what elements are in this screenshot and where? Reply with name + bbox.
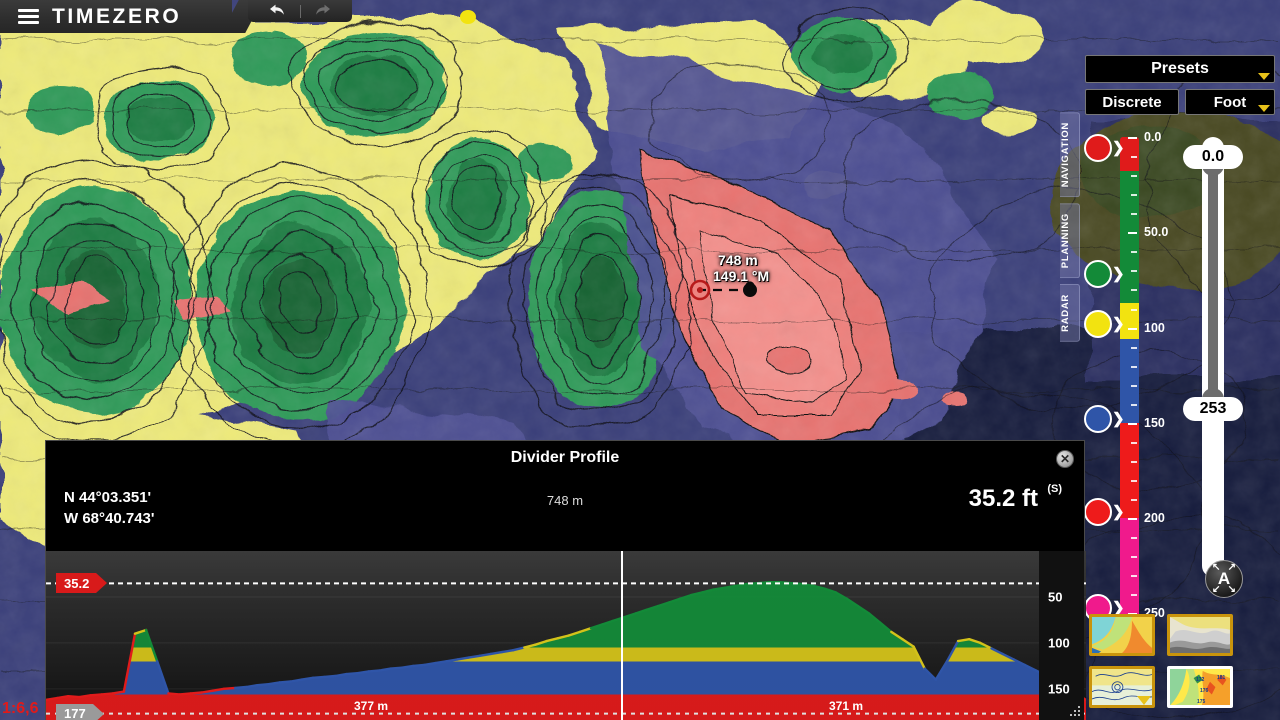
tab-navigation[interactable]: NAVIGATION: [1060, 112, 1080, 197]
profile-depth-superscript: (S): [1047, 483, 1062, 495]
flag-tip: [93, 704, 104, 720]
presets-dropdown[interactable]: Presets: [1085, 55, 1275, 83]
legend-stop-pointer-icon: ❯: [1112, 267, 1125, 282]
divider-profile-panel: Divider Profile ✕ N 44°03.351' W 68°40.7…: [45, 440, 1085, 720]
profile-marker-top-label: 35.2: [56, 573, 96, 593]
profile-longitude: W 68°40.743': [64, 508, 154, 529]
profile-marker-bottom-label: 177: [56, 704, 93, 720]
map-style-relief-shading[interactable]: [1167, 614, 1233, 656]
close-x-icon[interactable]: ✕: [1056, 450, 1074, 468]
mode-tab-strip: NAVIGATION PLANNING RADAR: [1060, 112, 1080, 342]
profile-graph[interactable]: 377 m 371 m: [46, 551, 1086, 720]
legend-stop-pointer-icon: ❯: [1112, 505, 1125, 520]
chevron-down-icon: [1258, 73, 1270, 80]
app-header: TIMEZERO: [0, 0, 232, 33]
profile-segment-label: 371 m: [829, 699, 863, 713]
profile-depth-axis: 50 100 150: [1039, 551, 1084, 720]
tab-radar[interactable]: RADAR: [1060, 284, 1080, 342]
chevron-down-icon: [1137, 696, 1151, 705]
map-range-label: 748 m: [718, 252, 758, 268]
thumb-depth-label: 172: [1196, 677, 1204, 683]
app-brand: TIMEZERO: [52, 5, 181, 29]
profile-axis-label: 100: [1048, 635, 1070, 650]
discrete-mode-button[interactable]: Discrete: [1085, 89, 1179, 115]
resize-grip-icon[interactable]: [1070, 706, 1082, 718]
profile-title: Divider Profile: [46, 449, 1084, 467]
profile-distance: 748 m: [46, 493, 1084, 508]
depth-range-slider-fill: [1208, 165, 1218, 399]
undo-redo-toolbar: [248, 0, 352, 22]
thumb-depth-label: 176: [1200, 688, 1208, 694]
thumb-depth-label: 181: [1217, 675, 1225, 681]
discrete-label: Discrete: [1102, 94, 1161, 111]
hamburger-icon[interactable]: [18, 9, 39, 24]
profile-graph-canvas: [46, 551, 1086, 720]
timezero-app: 748 m 149.1 °M 1:6,6 TIMEZERO NAVIGATION…: [0, 0, 1280, 720]
legend-stop-pointer-icon: ❯: [1112, 412, 1125, 427]
thumb-depth-label: 175: [1197, 699, 1205, 705]
legend-stop-pointer-icon: ❯: [1112, 600, 1125, 615]
presets-label: Presets: [1151, 60, 1209, 78]
profile-cursor-line[interactable]: [621, 551, 623, 720]
legend-axis-label: 0.0: [1144, 130, 1161, 144]
map-style-depth-shading[interactable]: [1089, 614, 1155, 656]
legend-axis-label: 50.0: [1144, 225, 1168, 239]
legend-stop-red-deep[interactable]: [1084, 498, 1112, 526]
profile-axis-label: 150: [1048, 681, 1070, 696]
legend-stop-blue[interactable]: [1084, 405, 1112, 433]
depth-range-max-value[interactable]: 253: [1183, 397, 1243, 421]
depth-range-min-value[interactable]: 0.0: [1183, 145, 1243, 169]
profile-marker-top: 35.2: [56, 573, 107, 593]
map-style-depth-labels[interactable]: 172 181 176 175: [1167, 666, 1233, 708]
redo-arrow-icon[interactable]: [301, 0, 345, 22]
profile-segment-label: 377 m: [354, 699, 388, 713]
unit-dropdown[interactable]: Foot: [1185, 89, 1275, 115]
legend-axis-label: 150: [1144, 416, 1165, 430]
compass-auto-icon[interactable]: ↖ ↗ ↙ ↘ A: [1205, 560, 1243, 598]
legend-axis-label: 200: [1144, 511, 1165, 525]
profile-axis-label: 50: [1048, 589, 1062, 604]
map-style-contour-lines[interactable]: [1089, 666, 1155, 708]
legend-axis-labels: 0.050.0100150200250: [1144, 137, 1204, 642]
profile-marker-bottom: 177: [56, 704, 104, 720]
tab-planning[interactable]: PLANNING: [1060, 203, 1080, 278]
legend-color-stops: ❯ ❯ ❯ ❯ ❯ ❯: [1080, 137, 1124, 642]
profile-depth-value: 35.2 ft: [969, 485, 1038, 513]
map-scale-indicator: 1:6,6: [2, 700, 38, 718]
unit-label: Foot: [1214, 94, 1246, 111]
flag-tip: [96, 573, 107, 593]
legend-stop-pointer-icon: ❯: [1112, 316, 1125, 331]
legend-stop-yellow[interactable]: [1084, 310, 1112, 338]
chevron-down-icon: [1258, 105, 1270, 112]
legend-axis-label: 100: [1144, 321, 1165, 335]
depth-shading-panel: Presets Discrete Foot 0.0 50.0 100 150 200 25…: [1080, 44, 1280, 720]
legend-stop-green[interactable]: [1084, 260, 1112, 288]
undo-arrow-icon[interactable]: [256, 0, 300, 22]
map-bearing-label: 149.1 °M: [713, 268, 769, 284]
legend-stop-red-shallow[interactable]: [1084, 134, 1112, 162]
legend-stop-pointer-icon: ❯: [1112, 141, 1125, 156]
